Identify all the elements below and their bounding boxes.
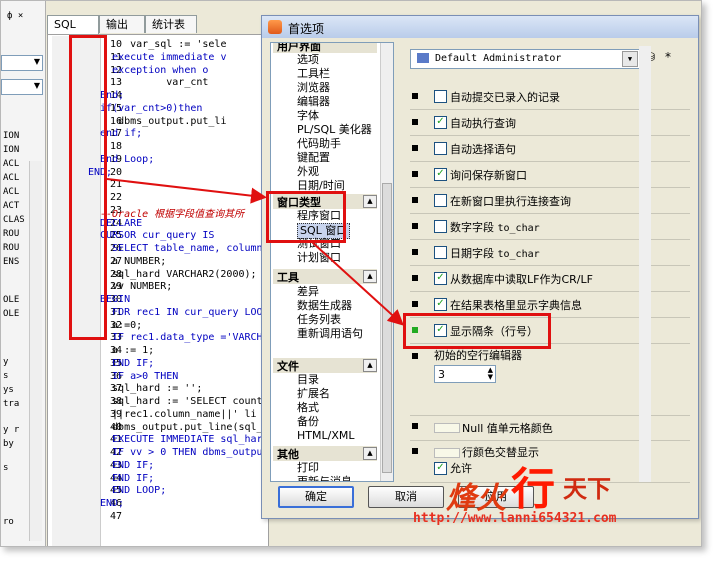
watermark-url: http://www.lanni654321.com [413, 511, 617, 526]
app-window: ф × ▼ ▼ ION ION ACL ACL ACL ACT CLAS ROU ROU ENS O… [0, 0, 702, 547]
arrow-to-tree [106, 178, 267, 204]
watermark-brand-c: 天下 [563, 475, 611, 503]
arrow-to-option [312, 242, 404, 326]
annotation-arrows [106, 178, 404, 326]
watermark-brand-b: 行 [511, 464, 555, 515]
